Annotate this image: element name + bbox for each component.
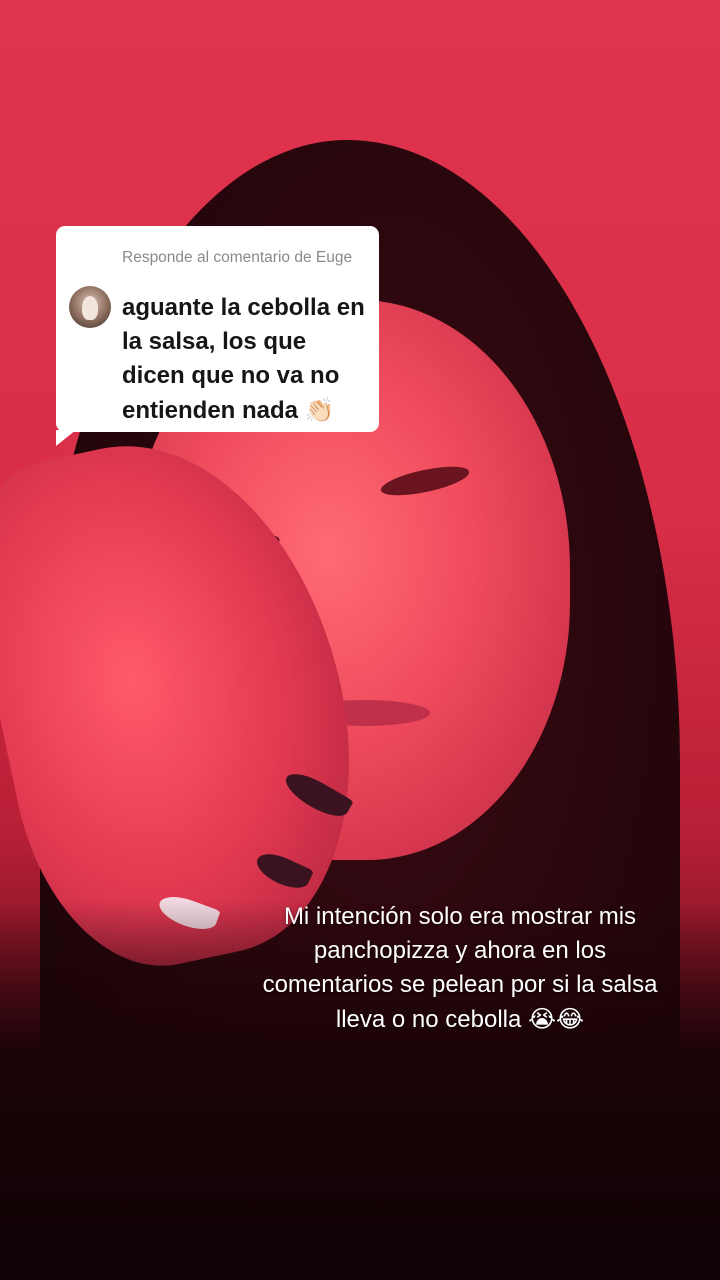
- reply-header: Responde al comentario de Euge: [122, 249, 353, 266]
- commenter-avatar[interactable]: [69, 286, 111, 328]
- video-caption: Mi intención solo era mostrar mis pancho…: [250, 900, 670, 1037]
- avatar-figure-icon: [82, 296, 98, 320]
- video-frame[interactable]: [0, 0, 720, 1280]
- reply-comment-text: aguante la cebolla en la salsa, los que …: [122, 291, 372, 428]
- crying-laughing-emoji-icon: 😭😂: [528, 1005, 585, 1033]
- clap-emoji-icon: 👏🏻: [304, 396, 335, 424]
- reply-comment-card[interactable]: Responde al comentario de Euge aguante l…: [56, 226, 379, 446]
- caption-text: Mi intención solo era mostrar mis pancho…: [262, 903, 658, 1033]
